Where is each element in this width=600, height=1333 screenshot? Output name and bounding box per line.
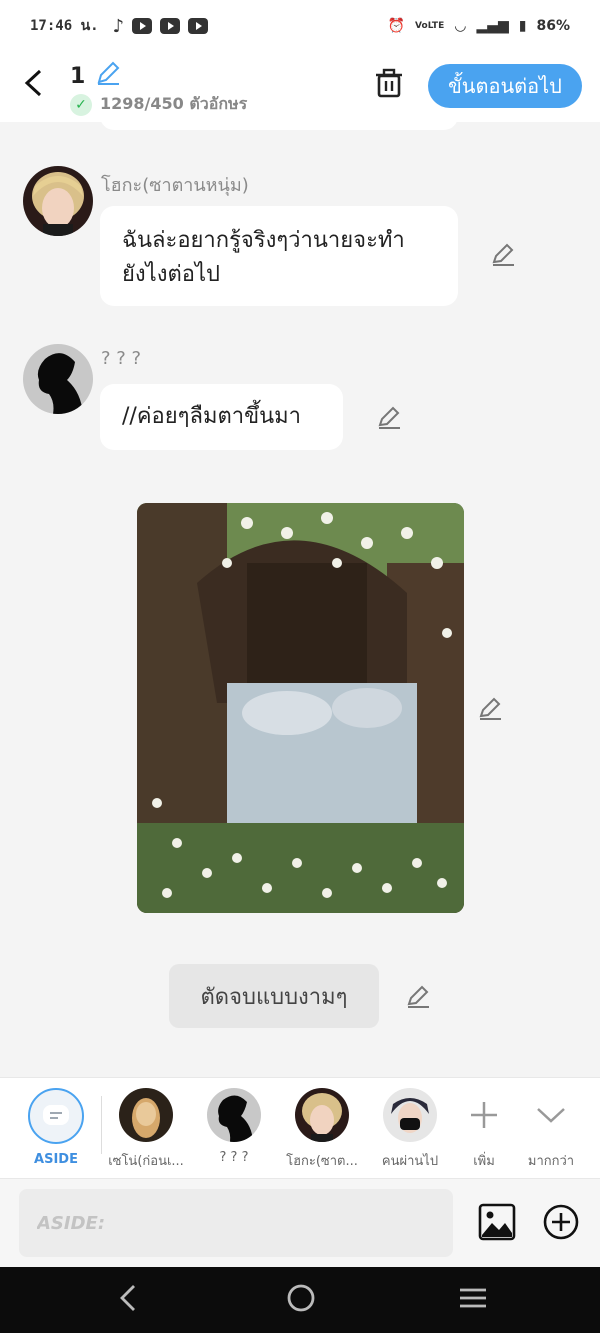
avatar[interactable] xyxy=(23,166,93,236)
tiktok-icon: ♪ xyxy=(112,15,125,37)
edit-pencil-icon[interactable] xyxy=(490,242,516,274)
alarm-icon: ⏰ xyxy=(387,18,406,34)
system-nav-bar xyxy=(0,1267,600,1333)
speaker-name: ? ? ? xyxy=(101,348,142,369)
avatar[interactable] xyxy=(23,344,93,414)
battery-icon: ▮ xyxy=(518,18,527,34)
character-label: ? ? ? xyxy=(219,1150,249,1165)
avatar xyxy=(119,1088,173,1142)
divider xyxy=(101,1096,102,1154)
message-text: //ค่อยๆลืมตาขึ้นมา xyxy=(122,404,302,429)
message-bubble[interactable]: //ค่อยๆลืมตาขึ้นมา xyxy=(100,384,343,450)
signal-icon: ▂▄▆ xyxy=(476,18,509,34)
nav-recents-icon[interactable] xyxy=(458,1283,488,1320)
trash-icon[interactable] xyxy=(372,66,406,100)
character-label: มากกว่า xyxy=(527,1154,575,1169)
char-counter: ✓ 1298/450 ตัวอักษร xyxy=(70,92,247,117)
wifi-icon: ◡ xyxy=(454,18,467,34)
character-label: ASIDE xyxy=(34,1152,78,1167)
aside-message[interactable]: ตัดจบแบบงามๆ xyxy=(169,964,379,1028)
chat-area[interactable]: โฮกะ(ซาตานหนุ่ม) ฉันล่ะอยากรู้จริงๆว่านา… xyxy=(0,122,600,1077)
aside-chat-icon xyxy=(28,1088,84,1144)
edit-pencil-icon[interactable] xyxy=(405,984,431,1016)
character-item[interactable]: โฮกะ(ซาต... xyxy=(282,1088,362,1171)
nav-home-icon[interactable] xyxy=(286,1283,316,1320)
character-selector: ASIDE เซโน่(ก่อนเ... ? ? ? โฮกะ(ซาต... ค… xyxy=(0,1077,600,1179)
app-header: 1 ✓ 1298/450 ตัวอักษร ขั้นตอนต่อไป xyxy=(0,52,600,122)
speaker-name: โฮกะ(ซาตานหนุ่ม) xyxy=(101,175,249,196)
story-title[interactable]: 1 xyxy=(70,60,121,92)
character-label: เซโน่(ก่อนเ... xyxy=(108,1154,184,1169)
character-label: โฮกะ(ซาต... xyxy=(286,1154,358,1169)
message-input[interactable] xyxy=(19,1189,453,1257)
character-item[interactable]: เซโน่(ก่อนเ... xyxy=(106,1088,186,1171)
pencil-icon[interactable] xyxy=(95,60,121,92)
image-upload-icon[interactable] xyxy=(478,1203,516,1241)
status-app-icons: ♪ xyxy=(113,16,209,37)
avatar xyxy=(295,1088,349,1142)
status-time: 17:46 น. xyxy=(30,18,99,34)
status-bar: 17:46 น. ♪ ⏰ VoLTE ◡ ▂▄▆ ▮ 86% xyxy=(0,0,600,52)
chevron-down-icon xyxy=(511,1088,591,1142)
character-item[interactable]: คนผ่านไป xyxy=(370,1088,450,1171)
avatar xyxy=(383,1088,437,1142)
youtube-icon xyxy=(188,18,209,34)
character-aside[interactable]: ASIDE xyxy=(16,1088,96,1167)
youtube-icon xyxy=(132,18,153,34)
message-text-line: ยังไงต่อไป xyxy=(122,262,220,287)
youtube-icon xyxy=(160,18,181,34)
edit-pencil-icon[interactable] xyxy=(477,696,503,728)
character-item[interactable]: ? ? ? xyxy=(194,1088,274,1165)
avatar xyxy=(207,1088,261,1142)
character-label: คนผ่านไป xyxy=(381,1154,439,1169)
battery-level: 86% xyxy=(536,18,570,34)
image-message[interactable] xyxy=(137,503,464,913)
title-text: 1 xyxy=(70,63,86,89)
edit-pencil-icon[interactable] xyxy=(376,405,402,437)
check-icon: ✓ xyxy=(70,93,92,116)
message-bubble[interactable]: ฉันล่ะอยากรู้จริงๆว่านายจะทำ ยังไงต่อไป xyxy=(100,206,458,306)
input-bar xyxy=(0,1179,600,1267)
previous-message-bubble xyxy=(100,122,458,130)
char-count-text: 1298/450 ตัวอักษร xyxy=(100,94,248,113)
status-right: ⏰ VoLTE ◡ ▂▄▆ ▮ 86% xyxy=(388,18,570,34)
back-arrow-icon[interactable] xyxy=(22,68,44,102)
message-text-line: ฉันล่ะอยากรู้จริงๆว่านายจะทำ xyxy=(122,228,405,253)
volte-icon: VoLTE xyxy=(415,21,445,31)
add-circle-icon[interactable] xyxy=(542,1203,580,1241)
next-step-button[interactable]: ขั้นตอนต่อไป xyxy=(428,64,582,108)
more-characters-button[interactable]: มากกว่า xyxy=(511,1088,591,1171)
nav-back-icon[interactable] xyxy=(117,1283,139,1320)
